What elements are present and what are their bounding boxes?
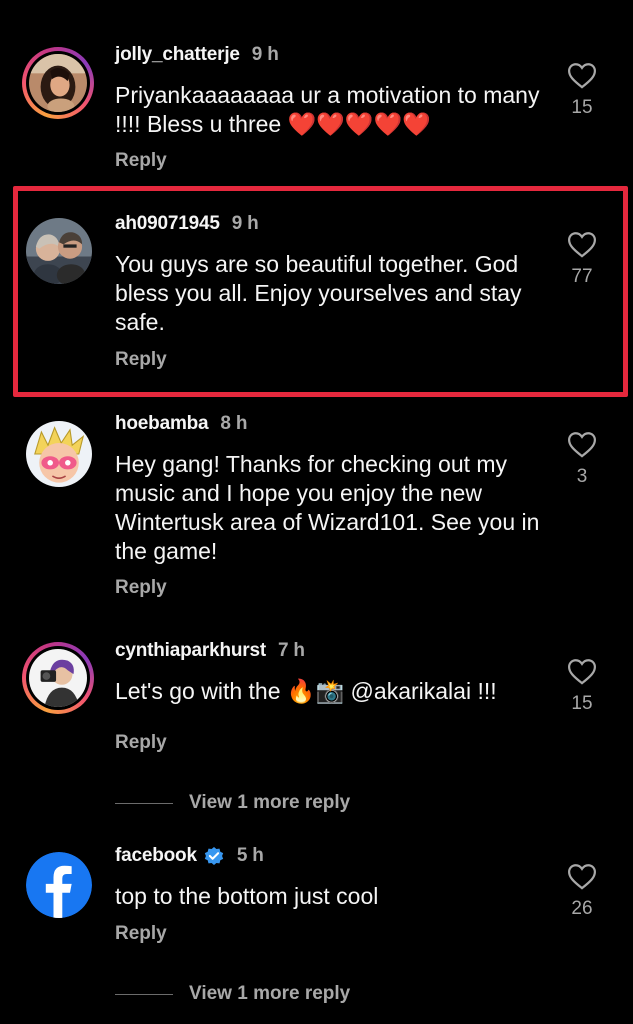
timestamp: 8 h — [220, 413, 248, 434]
woman-portrait-avatar — [29, 54, 87, 112]
reply-button[interactable]: Reply — [115, 150, 167, 172]
like-count: 3 — [576, 466, 588, 487]
view-more-replies[interactable]: View 1 more reply — [115, 983, 350, 1005]
like-button[interactable]: 77 — [560, 231, 604, 288]
divider — [115, 802, 173, 804]
like-button[interactable]: 26 — [560, 863, 604, 920]
comment-header: hoebamba 8 h — [115, 413, 247, 435]
like-count: 15 — [571, 693, 593, 714]
timestamp: 9 h — [231, 213, 259, 234]
reply-button[interactable]: Reply — [115, 732, 167, 754]
like-count: 77 — [571, 266, 593, 287]
comment-text: Hey gang! Thanks for checking out my mus… — [115, 451, 540, 564]
divider — [115, 993, 173, 995]
comment-text: You guys are so beautiful together. God … — [115, 251, 522, 335]
facebook-logo-avatar — [26, 852, 92, 918]
like-button[interactable]: 15 — [560, 658, 604, 715]
like-count: 26 — [571, 898, 593, 919]
username[interactable]: hoebamba — [115, 413, 209, 435]
avatar[interactable] — [26, 218, 92, 284]
heart-icon[interactable] — [567, 863, 597, 890]
cartoon-character-avatar — [26, 421, 92, 487]
comment-text: Let's go with the 🔥📸 @akarikalai !!! — [115, 678, 497, 704]
photographer-avatar — [29, 649, 87, 707]
view-more-label[interactable]: View 1 more reply — [189, 983, 350, 1005]
heart-icon[interactable] — [567, 431, 597, 458]
username[interactable]: jolly_chatterje — [115, 44, 240, 66]
username[interactable]: cynthiaparkhurst — [115, 640, 266, 662]
comments-screen: jolly_chatterje 9 h Priyankaaaaaaaa ur a… — [0, 0, 633, 1024]
heart-icon[interactable] — [567, 231, 597, 258]
couple-photo-avatar — [26, 218, 92, 284]
username[interactable]: ah09071945 — [115, 213, 220, 235]
verified-badge-icon — [204, 847, 223, 865]
timestamp: 5 h — [236, 845, 264, 866]
comment-header: cynthiaparkhurst 7 h — [115, 640, 305, 662]
comment-header: facebook 5 h — [115, 845, 264, 867]
view-more-label[interactable]: View 1 more reply — [189, 792, 350, 814]
reply-button[interactable]: Reply — [115, 349, 167, 371]
avatar[interactable] — [22, 47, 94, 119]
avatar[interactable] — [22, 642, 94, 714]
avatar[interactable] — [26, 421, 92, 487]
reply-button[interactable]: Reply — [115, 923, 167, 945]
reply-button[interactable]: Reply — [115, 577, 167, 599]
comment-text: top to the bottom just cool — [115, 883, 379, 909]
heart-icon[interactable] — [567, 62, 597, 89]
heart-icon[interactable] — [567, 658, 597, 685]
username[interactable]: facebook — [115, 845, 197, 867]
comment-text: Priyankaaaaaaaa ur a motivation to many … — [115, 82, 540, 137]
avatar[interactable] — [26, 852, 92, 918]
comment-header: ah09071945 9 h — [115, 213, 259, 235]
view-more-replies[interactable]: View 1 more reply — [115, 792, 350, 814]
comment-header: jolly_chatterje 9 h — [115, 44, 279, 66]
timestamp: 7 h — [277, 640, 305, 661]
like-button[interactable]: 3 — [560, 431, 604, 488]
like-button[interactable]: 15 — [560, 62, 604, 119]
like-count: 15 — [571, 97, 593, 118]
timestamp: 9 h — [251, 44, 279, 65]
